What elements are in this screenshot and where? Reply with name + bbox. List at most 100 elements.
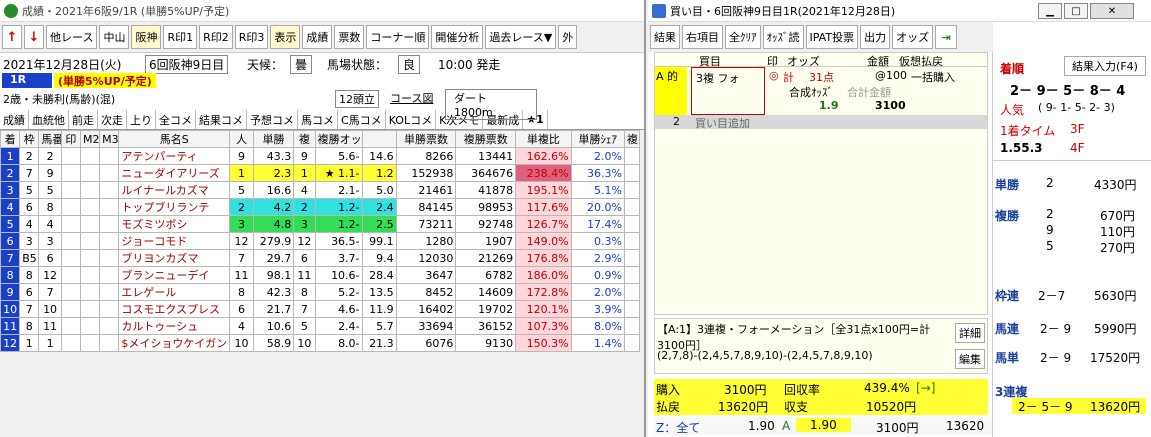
tab-next-race[interactable]: 次走 (98, 110, 127, 129)
nakayama-button[interactable]: 中山 (99, 25, 130, 49)
r-mark1-button[interactable]: R印1 (163, 25, 198, 49)
col-header[interactable]: 馬名S (118, 130, 231, 148)
table-cell-extra (623, 300, 641, 318)
tab-prediction-comments[interactable]: 予想コメ (247, 110, 298, 129)
table-row[interactable]: 1 2 2 アテンパーティ 9 43.3 9 5.6- 14.6 8266 13441 162.6% 2… (0, 147, 641, 165)
table-cell: 98953 (455, 198, 517, 216)
results-button[interactable]: 成績 (302, 25, 333, 49)
tab-horse-comments[interactable]: 馬コメ (298, 110, 338, 129)
table-cell: コスモエクスプレス (118, 300, 231, 318)
past-races-button[interactable]: 過去レース▼ (485, 25, 557, 49)
maximize-button[interactable]: □ (1064, 3, 1088, 19)
table-row[interactable]: 5 4 4 モズミツボシ 3 4.8 3 1.2- 2.5 73211 92748 126.7% 17.… (0, 215, 641, 233)
table-cell: 5 (293, 317, 316, 335)
result-input-button[interactable]: 結果入力(F4) (1064, 56, 1146, 76)
table-cell: 13.5 (361, 283, 397, 301)
table-cell: 2.3 (252, 164, 295, 182)
col-header[interactable]: M2 (79, 130, 101, 148)
table-row[interactable]: 2 7 9 ニューダイアリーズ 1 2.3 1 ★ 1.1- 1.2 152938 364676 23… (0, 164, 641, 182)
table-cell: 21269 (455, 249, 517, 267)
col-header[interactable]: 人 (229, 130, 254, 148)
table-row[interactable]: 12 1 1 $メイショウケイガン 10 58.9 10 8.0- 21.3 6076 9130 15… (0, 334, 641, 352)
table-cell (79, 181, 101, 199)
tab-result-comments[interactable]: 結果コメ (196, 110, 247, 129)
table-cell: 2 (0, 164, 21, 182)
col-header[interactable]: 単勝 (252, 130, 295, 148)
hanshin-button[interactable]: 阪神 (131, 25, 162, 49)
col-header[interactable]: 単勝ｼｪｱ (570, 130, 625, 148)
table-cell (60, 334, 81, 352)
tab-c-horse-comments[interactable]: C馬コメ (338, 110, 386, 129)
table-cell (99, 147, 120, 165)
edit-button[interactable]: 編集 (955, 349, 985, 369)
place-horse-1: 2 (1046, 207, 1054, 221)
result-button[interactable]: 結果 (650, 25, 680, 49)
col-header[interactable]: 枠 (19, 130, 40, 148)
col-header[interactable]: 単勝票数 (395, 130, 457, 148)
table-row[interactable]: 4 6 8 トップブリランテ 2 4.2 2 1.2- 2.4 84145 98953 117.6% 2… (0, 198, 641, 216)
col-header[interactable]: 単複比 (515, 130, 572, 148)
table-row[interactable]: 3 5 5 ルイナールカズマ 5 16.6 4 2.1- 5.0 21461 41878 195.1%… (0, 181, 641, 199)
outer-button[interactable]: 外 (558, 25, 578, 49)
table-row[interactable]: 9 6 7 エレゲール 8 42.3 8 5.2- 13.5 8452 14609 172.8% 2.0… (0, 283, 641, 301)
col-header[interactable]: M3 (99, 130, 120, 148)
col-header[interactable]: 印 (60, 130, 81, 148)
col-header[interactable]: 複 (623, 130, 641, 148)
bet-row-add[interactable]: 2 買い目追加 (655, 115, 987, 130)
results-window: 成績・2021年6阪9/1R (単勝5%UP/予定) ↑ ↓ 他レース 中山 阪… (0, 0, 646, 437)
tab-final-split[interactable]: 上り (127, 110, 156, 129)
table-cell (99, 317, 120, 335)
table-row[interactable]: 7 B5 6 ブリヨンカズマ 7 29.7 6 3.7- 9.4 12030 21269 176.8%… (0, 249, 641, 267)
votes-button[interactable]: 票数 (334, 25, 365, 49)
next-arrow-icon[interactable]: ↓ (24, 25, 44, 49)
tab-pedigree[interactable]: 血統他 (29, 110, 69, 129)
course-map-button[interactable]: コース図 (390, 90, 433, 106)
table-cell: 98.1 (252, 266, 295, 284)
tab-kol-comments[interactable]: KOLコメ (386, 110, 437, 129)
r-mark3-button[interactable]: R印3 (234, 25, 269, 49)
table-cell: 21.7 (252, 300, 295, 318)
bet-row-a[interactable]: A 的 3複 フォ ◎ 計 31点 @100 一括購入 合成ｵｯｽﾞ 合計金額 … (655, 67, 987, 115)
col-header[interactable]: 複勝オッズ (314, 130, 363, 148)
table-row[interactable]: 10 7 10 コスモエクスプレス 6 21.7 7 4.6- 11.9 16402 19702 12… (0, 300, 641, 318)
odds-read-button[interactable]: ｵｯｽﾞ読 (762, 25, 804, 49)
display-button[interactable]: 表示 (270, 25, 301, 49)
prev-arrow-icon[interactable]: ↑ (2, 25, 22, 49)
output-button[interactable]: 出力 (860, 25, 891, 49)
table-cell: 8 (38, 198, 62, 216)
exit-icon[interactable]: ⇥ (935, 25, 958, 49)
odds-button[interactable]: オッズ (892, 25, 934, 49)
status-payout: 13620 (946, 419, 985, 433)
tab-all-comments[interactable]: 全コメ (156, 110, 196, 129)
table-cell: 5.2- (314, 283, 363, 301)
table-row[interactable]: 6 3 3 ジョーコモド 12 279.9 12 36.5- 99.1 1280 1907 149.0… (0, 232, 641, 250)
col-header[interactable]: 複 (293, 130, 316, 148)
table-cell: 7 (229, 249, 254, 267)
table-cell: 12 (229, 232, 254, 250)
table-cell: 3 (38, 232, 62, 250)
detail-button[interactable]: 詳細 (955, 323, 985, 343)
r-mark2-button[interactable]: R印2 (199, 25, 233, 49)
clear-all-button[interactable]: 全ｸﾘｱ (725, 25, 761, 49)
col-header[interactable] (361, 130, 397, 148)
tab-results[interactable]: 成績 (0, 110, 29, 129)
return-rate-arrow[interactable]: [→] (916, 381, 935, 395)
table-row[interactable]: 8 8 12 ブランニューデイ 11 98.1 11 10.6- 28.4 3647 6782 186… (0, 266, 641, 284)
close-button[interactable]: ✕ (1090, 3, 1134, 19)
minimize-button[interactable]: ▁ (1038, 3, 1062, 19)
col-header[interactable]: 馬番 (38, 130, 62, 148)
ipat-vote-button[interactable]: IPAT投票 (805, 25, 859, 49)
table-row[interactable]: 11 8 11 カルトゥーシュ 4 10.6 5 2.4- 5.7 33694 36152 107.3… (0, 317, 641, 335)
balance-value: 10520円 (866, 400, 917, 414)
corner-order-button[interactable]: コーナー順 (366, 25, 430, 49)
table-cell: 1.2- (314, 198, 363, 216)
other-race-button[interactable]: 他レース (46, 25, 98, 49)
right-items-button[interactable]: 右項目 (682, 25, 723, 49)
table-cell: 4.2 (252, 198, 295, 216)
tab-prev-race[interactable]: 前走 (69, 110, 98, 129)
table-cell: 14.6 (361, 147, 397, 165)
col-header[interactable]: 複勝票数 (455, 130, 517, 148)
meeting-analysis-button[interactable]: 開催分析 (431, 25, 484, 49)
table-cell: 8266 (395, 147, 457, 165)
col-header[interactable]: 着 (0, 130, 21, 148)
